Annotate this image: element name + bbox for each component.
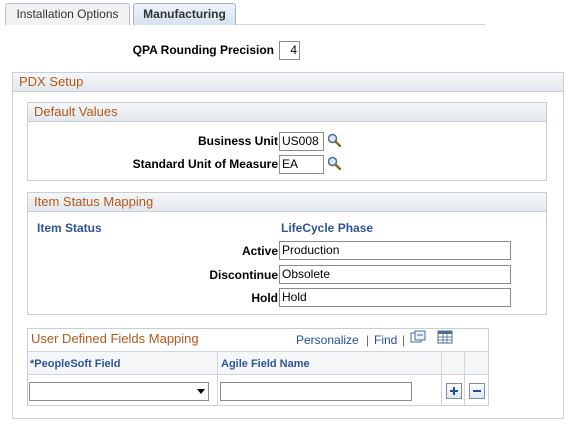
add-row-icon-vertical <box>453 387 455 395</box>
item-status-discontinue-label: Discontinue <box>209 268 278 282</box>
standard-uom-lookup-icon[interactable] <box>327 156 341 170</box>
pdx-setup-title: PDX Setup <box>19 74 84 89</box>
default-values-header: Default Values <box>28 103 546 122</box>
delete-row-icon[interactable] <box>469 383 485 399</box>
grid-header-bottom-border <box>28 374 488 375</box>
peoplesoft-field-select[interactable] <box>29 382 209 401</box>
personalize-link[interactable]: Personalize <box>296 333 359 347</box>
default-values-title: Default Values <box>34 104 118 119</box>
tab-divider-line <box>236 24 485 25</box>
dropdown-arrow-icon <box>197 389 205 394</box>
item-status-column-header: Item Status <box>37 221 102 235</box>
tab-installation-options-label: Installation Options <box>16 7 119 21</box>
business-unit-label: Business Unit <box>197 134 278 148</box>
view-all-icon[interactable] <box>410 330 426 344</box>
udf-mapping-title: User Defined Fields Mapping <box>31 331 199 346</box>
toolbar-separator-2: | <box>402 333 406 347</box>
peoplesoft-field-column-header: *PeopleSoft Field <box>30 358 121 370</box>
item-status-active-field[interactable]: Production <box>279 241 511 260</box>
item-status-active-label: Active <box>241 244 278 258</box>
item-status-mapping-header: Item Status Mapping <box>28 193 546 212</box>
agile-field-name-column-header: Agile Field Name <box>221 358 310 370</box>
grid-column-divider <box>217 352 218 405</box>
add-row-icon[interactable] <box>446 383 462 399</box>
standard-uom-field[interactable]: EA <box>279 155 324 174</box>
grid-column-divider <box>441 352 442 405</box>
pdx-setup-header: PDX Setup <box>13 73 563 92</box>
agile-field-name-field[interactable] <box>220 382 412 401</box>
item-status-hold-label: Hold <box>251 291 278 305</box>
tab-manufacturing-label: Manufacturing <box>143 7 226 21</box>
qpa-rounding-precision-field[interactable]: 4 <box>279 41 300 60</box>
toolbar-separator: | <box>366 333 370 347</box>
download-grid-icon[interactable] <box>437 330 453 344</box>
qpa-rounding-precision-label: QPA Rounding Precision <box>132 43 274 57</box>
tab-manufacturing[interactable]: Manufacturing <box>133 3 236 25</box>
item-status-hold-field[interactable]: Hold <box>279 288 511 307</box>
grid-column-divider <box>464 352 465 405</box>
business-unit-lookup-icon[interactable] <box>327 133 341 147</box>
item-status-discontinue-field[interactable]: Obsolete <box>279 265 511 284</box>
delete-row-icon-bar <box>473 390 481 392</box>
lifecycle-phase-column-header: LifeCycle Phase <box>281 221 374 235</box>
standard-uom-label: Standard Unit of Measure <box>132 157 278 171</box>
item-status-mapping-title: Item Status Mapping <box>34 194 154 209</box>
find-link[interactable]: Find <box>374 333 397 347</box>
tab-installation-options[interactable]: Installation Options <box>5 3 130 25</box>
business-unit-field[interactable]: US008 <box>279 132 324 151</box>
